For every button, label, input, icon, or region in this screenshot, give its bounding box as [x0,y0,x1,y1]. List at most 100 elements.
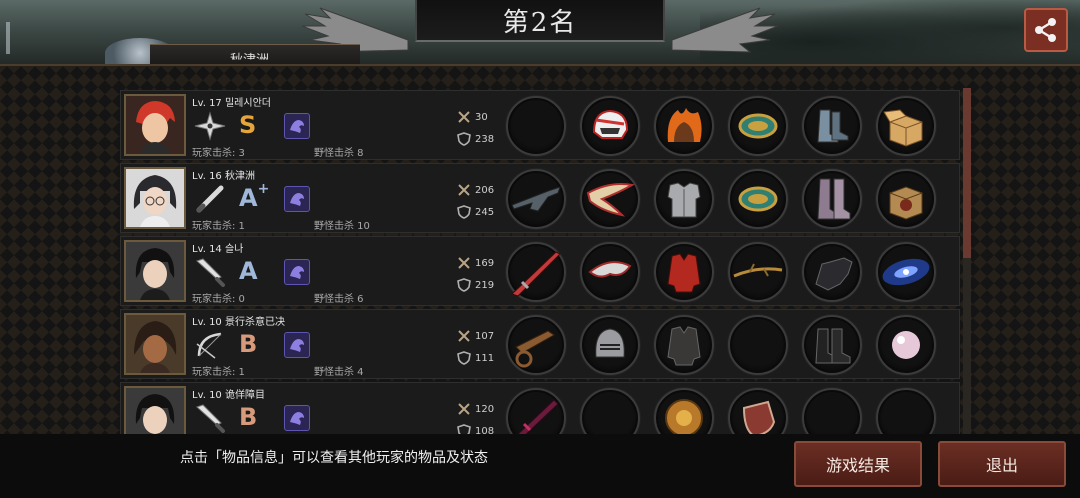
game-result-button[interactable]: 游戏结果 [794,441,922,487]
shield-icon [742,400,776,434]
box-icon [883,109,923,147]
avatar[interactable] [124,240,186,302]
exit-button[interactable]: 退出 [938,441,1066,487]
crossed-swords-icon [458,111,470,123]
list-scrollbar[interactable] [963,88,971,434]
bow-icon [196,332,222,359]
bracer-icon [738,186,778,212]
defense-stat: 108 [457,424,494,434]
galaxy-icon [882,258,930,286]
player-kills: 玩家击杀: 3 [192,148,245,159]
baton-icon [196,185,224,213]
item-slot-empty[interactable] [506,96,566,156]
bracer-icon [738,113,778,139]
avatar[interactable] [124,167,186,229]
monster-kills: 野怪击杀 6 [314,294,364,305]
player-name: Lv. 17 밀레시안더 [192,98,271,109]
branch-icon [733,263,783,278]
rank-grade: B [239,403,258,431]
item-slot[interactable] [728,388,788,434]
item-slot[interactable] [802,242,862,302]
player-name: Lv. 16 秋津洲 [192,171,255,182]
item-info-hint: 点击「物品信息」可以查看其他玩家的物品及状态 [180,450,488,466]
rank-title-banner: 第2名 [415,0,665,42]
item-slot[interactable] [876,169,936,229]
rank-grade: A+ [239,181,270,212]
item-slot[interactable] [876,242,936,302]
player-row[interactable]: Lv. 14 슬나 A 玩家击杀: 0 野怪击杀 6 169 219 [120,236,960,306]
item-slot[interactable] [728,169,788,229]
item-slot[interactable] [728,96,788,156]
item-slot[interactable] [654,242,714,302]
shield-stat-icon [457,132,471,146]
plate-armor-icon [667,182,701,218]
class-badge [284,259,310,285]
item-slot[interactable] [802,169,862,229]
player-row[interactable]: Lv. 16 秋津洲 A+ 玩家击杀: 1 野怪击杀 10 206 245 [120,163,960,233]
item-slot[interactable] [802,315,862,375]
player-row[interactable]: Lv. 17 밀레시안더 S 玩家击杀: 3 野怪击杀 8 30 238 [120,90,960,160]
player-row[interactable]: Lv. 10 诡佯障目 B 120 108 [120,382,960,434]
monster-kills: 野怪击杀 10 [314,221,370,232]
avatar[interactable] [124,313,186,375]
item-slot[interactable] [580,315,640,375]
dark-blade-icon [517,399,559,434]
class-badge [284,405,310,431]
boots-icon [817,109,849,143]
player-name: Lv. 14 슬나 [192,244,244,255]
claw-glove-icon [815,257,853,291]
item-slot[interactable] [654,315,714,375]
rank-title: 第2名 [502,7,578,38]
monster-kills: 野怪击杀 8 [314,148,364,159]
item-slot[interactable] [728,242,788,302]
red-coat-icon [667,253,701,293]
scrollbar-thumb[interactable] [963,88,971,258]
rank-grade: B [239,330,258,358]
player-name: Lv. 10 景行杀意已决 [192,317,285,328]
item-slot-empty[interactable] [728,315,788,375]
gold-armor-icon [665,399,703,434]
item-slot-empty[interactable] [876,388,936,434]
shield-stat-icon [457,424,471,434]
item-slot[interactable] [506,315,566,375]
item-slot[interactable] [580,169,640,229]
item-slot[interactable] [506,242,566,302]
defense-stat: 238 [457,132,494,146]
shield-stat-icon [457,351,471,365]
class-badge [284,186,310,212]
item-slot[interactable] [506,169,566,229]
player-row[interactable]: Lv. 10 景行杀意已决 B 玩家击杀: 1 野怪击杀 4 107 111 [120,309,960,379]
treasure-box-icon [889,186,923,220]
monster-kills: 野怪击杀 4 [314,367,364,378]
rank-grade: S [239,111,257,139]
cart-icon [515,330,555,368]
share-button[interactable] [1024,8,1068,52]
player-kills: 玩家击杀: 1 [192,367,245,378]
item-slot[interactable] [580,96,640,156]
class-badge [284,113,310,139]
attack-stat: 107 [457,329,494,343]
item-slot-empty[interactable] [802,388,862,434]
attack-stat: 206 [457,183,494,197]
item-slot[interactable] [876,96,936,156]
item-slot[interactable] [654,169,714,229]
red-sword-icon [511,251,561,297]
knife-icon [196,404,225,433]
knife-icon [196,258,225,287]
item-slot-empty[interactable] [580,388,640,434]
player-list[interactable]: Lv. 17 밀레시안더 S 玩家击杀: 3 野怪击杀 8 30 238 Lv.… [120,88,960,434]
item-slot[interactable] [802,96,862,156]
item-slot[interactable] [506,388,566,434]
item-slot[interactable] [654,96,714,156]
attack-stat: 120 [457,402,494,416]
avatar[interactable] [124,94,186,156]
item-slot[interactable] [654,388,714,434]
attack-stat: 30 [457,110,488,124]
item-slot[interactable] [580,242,640,302]
item-slot[interactable] [876,315,936,375]
long-boots-icon [817,178,851,220]
crossed-swords-icon [458,330,470,342]
crossed-swords-icon [458,403,470,415]
gun-icon [511,186,561,212]
avatar[interactable] [124,386,186,434]
